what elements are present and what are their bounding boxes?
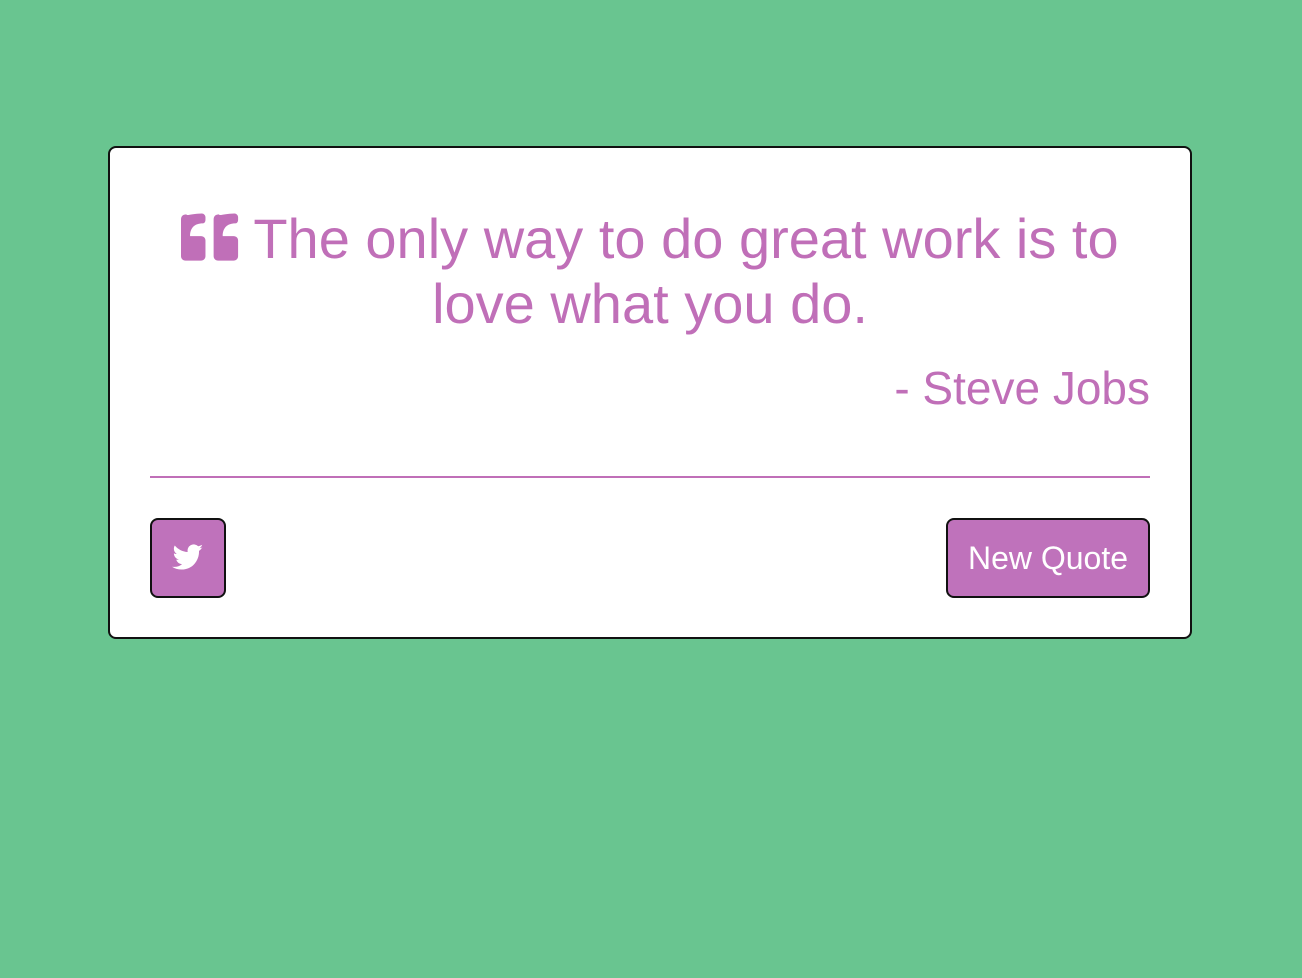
- new-quote-button[interactable]: New Quote: [946, 518, 1150, 598]
- quote-author: - Steve Jobs: [894, 362, 1150, 414]
- quote-text: The only way to do great work is to love…: [253, 207, 1119, 335]
- quote-card: The only way to do great work is to love…: [108, 146, 1192, 639]
- quote-left-icon: [181, 212, 239, 262]
- quote-divider: [150, 476, 1150, 478]
- twitter-icon: [172, 544, 204, 572]
- quote-text-container: The only way to do great work is to love…: [150, 206, 1150, 336]
- tweet-button[interactable]: [150, 518, 226, 598]
